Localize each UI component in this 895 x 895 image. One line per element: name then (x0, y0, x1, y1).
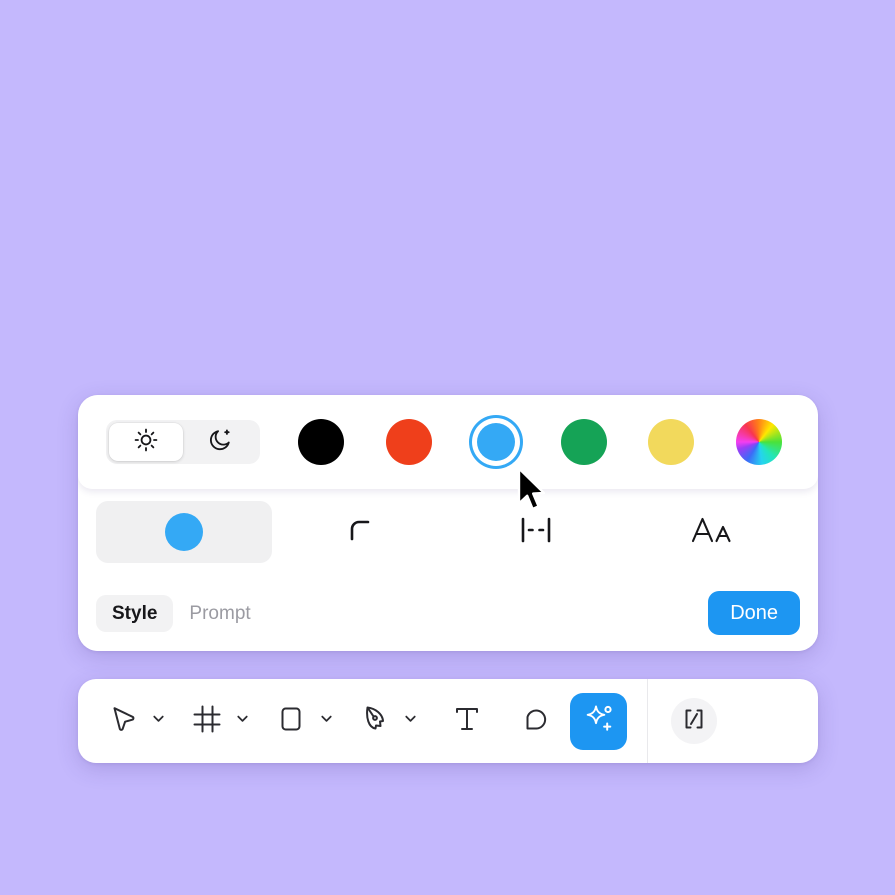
comment-tool[interactable] (512, 695, 558, 747)
select-tool-dropdown[interactable] (146, 695, 170, 747)
toolbar-divider (647, 679, 648, 763)
comment-bubble-icon (518, 702, 552, 741)
property-spacing[interactable] (448, 501, 624, 563)
spacing-width-icon (516, 513, 556, 552)
dev-mode-toggle[interactable] (671, 698, 717, 744)
text-tool[interactable] (444, 695, 490, 747)
swatch-fill (298, 419, 344, 465)
chevron-down-icon (235, 711, 250, 731)
color-swatch-yellow[interactable] (642, 413, 700, 471)
ai-tool-button[interactable] (570, 692, 627, 750)
bottom-toolbar (78, 679, 818, 763)
swatch-fill (385, 419, 432, 465)
color-row (78, 395, 818, 489)
light-theme-button[interactable] (109, 423, 183, 461)
cursor-arrow-icon (106, 702, 140, 741)
shape-tool[interactable] (268, 695, 314, 747)
frame-tool[interactable] (184, 695, 230, 747)
pen-tool[interactable] (352, 695, 398, 747)
code-brackets-icon (680, 705, 708, 738)
font-size-icon (689, 513, 735, 552)
pen-tool-dropdown[interactable] (398, 695, 422, 747)
swatch-fill (477, 423, 516, 461)
color-swatch-red[interactable] (380, 413, 438, 471)
color-swatch-green[interactable] (555, 413, 613, 471)
color-swatch-list (292, 413, 790, 471)
sun-icon (133, 427, 159, 458)
swatch-fill (560, 419, 607, 465)
sparkle-plus-icon (581, 701, 617, 742)
property-corner-radius[interactable] (272, 501, 448, 563)
select-tool[interactable] (100, 695, 146, 747)
text-t-icon (450, 702, 484, 741)
property-typography[interactable] (624, 501, 800, 563)
chevron-down-icon (403, 711, 418, 731)
swatch-fill (648, 419, 695, 465)
color-swatch-blue[interactable] (467, 413, 525, 471)
moon-icon (207, 427, 233, 458)
frame-grid-icon (190, 702, 224, 741)
dark-theme-button[interactable] (183, 423, 257, 461)
filled-circle-icon (165, 513, 203, 551)
tab-prompt[interactable]: Prompt (173, 595, 266, 632)
shape-tool-dropdown[interactable] (314, 695, 338, 747)
chevron-down-icon (151, 711, 166, 731)
property-fill-color[interactable] (96, 501, 272, 563)
tab-style[interactable]: Style (96, 594, 174, 632)
chevron-down-icon (319, 711, 334, 731)
color-swatch-black[interactable] (292, 413, 350, 471)
color-wheel-icon (735, 419, 782, 465)
rectangle-icon (274, 702, 308, 741)
tab-row: Style Prompt Done (78, 575, 818, 651)
color-swatch-custom[interactable] (730, 413, 788, 471)
pen-nib-icon (358, 702, 392, 741)
frame-tool-dropdown[interactable] (230, 695, 254, 747)
corner-radius-icon (343, 513, 377, 552)
theme-toggle-group (106, 420, 260, 464)
done-button[interactable]: Done (708, 591, 800, 635)
property-row (78, 489, 818, 575)
style-panel: Style Prompt Done (78, 395, 818, 651)
